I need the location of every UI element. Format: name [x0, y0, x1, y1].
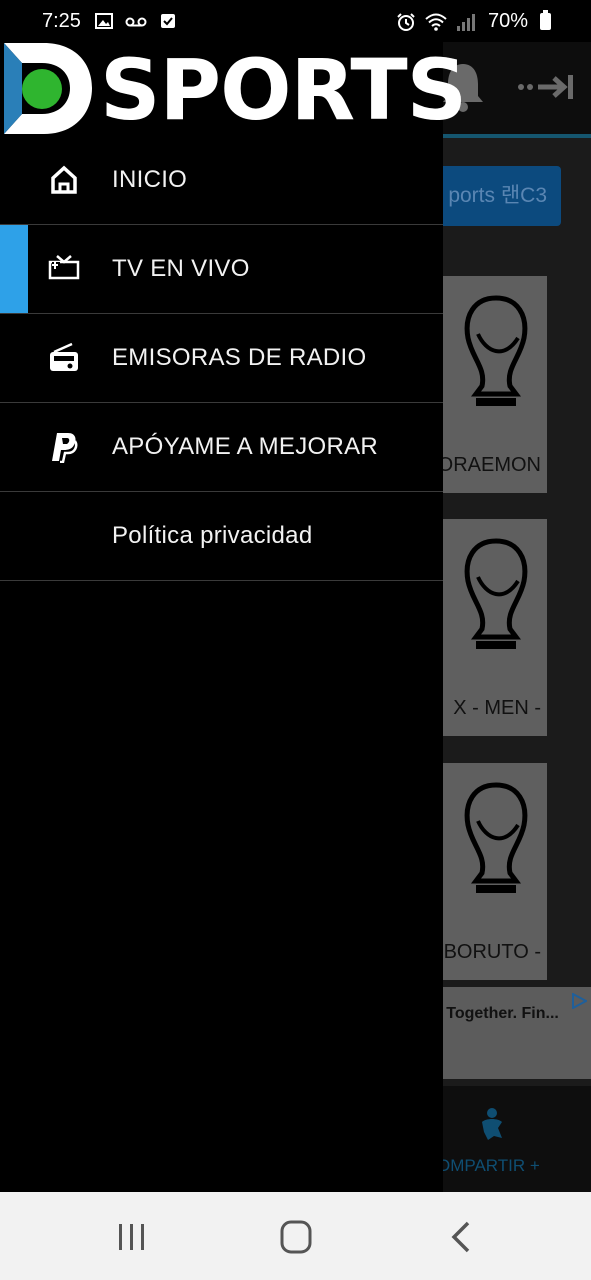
ad-title: ay Together. Fin...	[424, 1005, 559, 1022]
menu-item-emisoras-de-radio[interactable]: EMISORAS DE RADIO	[0, 314, 443, 403]
battery-percent: 70%	[487, 10, 528, 32]
menu-item-inicio[interactable]: INICIO	[0, 136, 443, 225]
selected-indicator	[0, 225, 28, 313]
navigation-drawer: SPORTS INICIO TV EN VIVO EMISORAS DE RAD…	[0, 42, 467, 1192]
radio-icon	[50, 342, 78, 371]
exit-icon[interactable]	[516, 72, 576, 102]
back-icon[interactable]	[442, 1220, 482, 1254]
tv-icon	[48, 255, 80, 280]
recent-apps-icon[interactable]	[112, 1220, 152, 1254]
system-nav-bar	[0, 1192, 591, 1280]
status-time: 7:25	[42, 10, 81, 32]
image-icon	[95, 13, 113, 29]
share-label[interactable]: OMPARTIR +	[437, 1156, 540, 1176]
drawer-menu: INICIO TV EN VIVO EMISORAS DE RADIO APÓY…	[0, 136, 443, 581]
dsports-logo: SPORTS	[0, 42, 467, 136]
signal-icon	[456, 13, 475, 31]
home-circle-icon[interactable]	[276, 1220, 316, 1254]
ad-choices-icon[interactable]	[571, 993, 587, 1009]
paypal-icon	[52, 433, 78, 463]
menu-item-apoyame[interactable]: APÓYAME A MEJORAR	[0, 403, 443, 492]
logo-text: SPORTS	[100, 41, 467, 139]
battery-icon	[540, 10, 551, 30]
menu-item-politica-privacidad[interactable]: Política privacidad	[0, 492, 443, 581]
trophy-icon	[464, 782, 528, 893]
trophy-icon	[464, 538, 528, 649]
status-bar: 7:25 70%	[0, 0, 591, 42]
menu-item-label: TV EN VIVO	[112, 255, 250, 282]
menu-item-label: Política privacidad	[112, 522, 313, 549]
share-person-icon[interactable]	[474, 1106, 510, 1142]
check-box-icon	[161, 14, 175, 28]
menu-item-tv-en-vivo[interactable]: TV EN VIVO	[0, 225, 443, 314]
alarm-icon	[397, 12, 415, 31]
trophy-icon	[464, 295, 528, 406]
wifi-icon	[425, 13, 447, 31]
voicemail-icon	[125, 17, 147, 27]
menu-item-label: APÓYAME A MEJORAR	[112, 433, 379, 460]
menu-item-label: EMISORAS DE RADIO	[112, 344, 367, 371]
home-icon	[51, 165, 77, 194]
menu-item-label: INICIO	[112, 166, 188, 193]
dsports-d-logo-icon	[4, 43, 92, 134]
